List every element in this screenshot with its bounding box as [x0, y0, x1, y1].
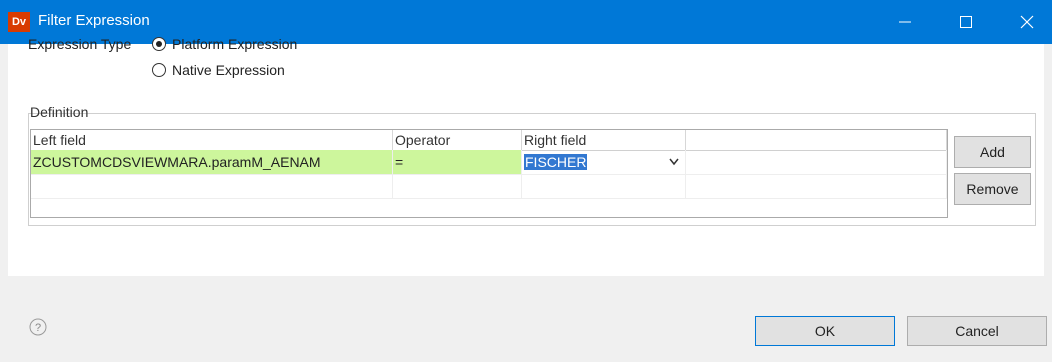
- column-header-empty: [686, 130, 947, 150]
- table-row[interactable]: ZCUSTOMCDSVIEWMARA.paramM_AENAM = FISCHE…: [31, 150, 947, 175]
- close-button[interactable]: [1004, 0, 1050, 44]
- maximize-icon: [960, 16, 972, 28]
- expression-type-label: Expression Type: [28, 36, 132, 52]
- table-row-empty: [31, 174, 947, 199]
- left-field-cell[interactable]: ZCUSTOMCDSVIEWMARA.paramM_AENAM: [31, 150, 393, 174]
- empty-cell: [686, 150, 947, 174]
- operator-cell[interactable]: =: [393, 150, 522, 174]
- help-icon[interactable]: ?: [29, 318, 47, 336]
- radio-label: Native Expression: [172, 62, 285, 78]
- window-title: Filter Expression: [38, 12, 150, 29]
- column-header-operator[interactable]: Operator: [393, 130, 522, 150]
- app-icon: Dv: [8, 12, 30, 32]
- close-icon: [1020, 15, 1034, 29]
- add-button[interactable]: Add: [954, 136, 1031, 168]
- chevron-down-icon[interactable]: [669, 158, 679, 166]
- right-field-cell[interactable]: FISCHER: [522, 150, 686, 174]
- radio-button[interactable]: [152, 37, 166, 51]
- table-header: Left field Operator Right field: [31, 130, 947, 151]
- minimize-button[interactable]: [882, 0, 928, 44]
- remove-button[interactable]: Remove: [954, 173, 1031, 205]
- cancel-button[interactable]: Cancel: [907, 316, 1047, 346]
- right-field-value[interactable]: FISCHER: [524, 154, 588, 170]
- radio-button[interactable]: [152, 63, 166, 77]
- column-header-left-field[interactable]: Left field: [31, 130, 393, 150]
- svg-text:?: ?: [35, 322, 41, 334]
- maximize-button[interactable]: [943, 0, 989, 44]
- minimize-icon: [899, 21, 911, 23]
- column-header-right-field[interactable]: Right field: [522, 130, 686, 150]
- radio-label: Platform Expression: [172, 36, 298, 52]
- ok-button[interactable]: OK: [755, 316, 895, 346]
- definition-table: Left field Operator Right field ZCUSTOMC…: [30, 129, 948, 218]
- definition-label: Definition: [30, 104, 89, 120]
